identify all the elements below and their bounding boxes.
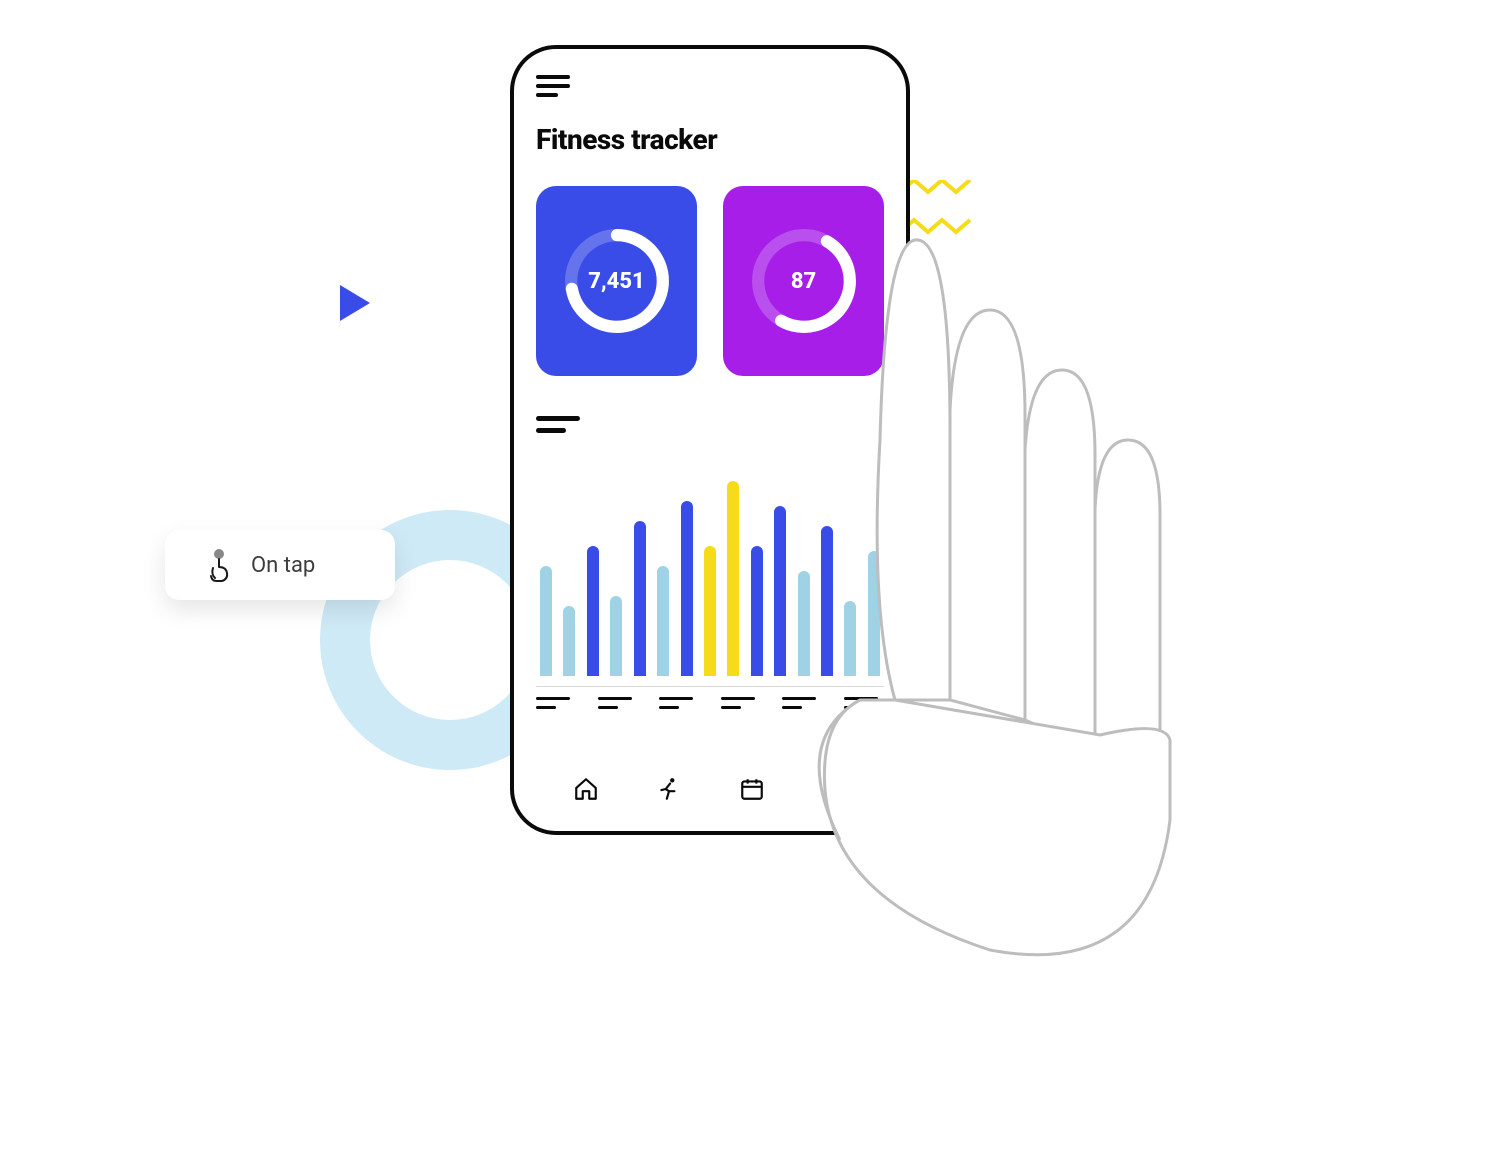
play-triangle-icon <box>340 285 370 321</box>
nav-profile[interactable] <box>820 774 850 804</box>
on-tap-tooltip: On tap <box>165 530 395 600</box>
bottom-nav <box>514 759 906 819</box>
bpm-card[interactable]: 87 <box>723 186 884 376</box>
chart-bar[interactable] <box>774 506 786 676</box>
axis-tick <box>598 697 638 709</box>
chart-bar[interactable] <box>634 521 646 676</box>
nav-calendar[interactable] <box>737 774 767 804</box>
nav-activity[interactable] <box>654 774 684 804</box>
chart-bar[interactable] <box>821 526 833 676</box>
chart-filter-icon[interactable] <box>536 416 580 434</box>
chart-bar[interactable] <box>681 501 693 676</box>
chart-bar[interactable] <box>587 546 599 676</box>
bpm-value: 87 <box>749 226 859 336</box>
chart-bar[interactable] <box>798 571 810 676</box>
axis-tick <box>721 697 761 709</box>
axis-tick <box>536 697 576 709</box>
chart-bar[interactable] <box>844 601 856 676</box>
nav-home[interactable] <box>571 774 601 804</box>
page-title: Fitness tracker <box>536 123 884 156</box>
chart-axis-ticks <box>536 686 884 709</box>
running-icon <box>656 776 682 802</box>
chart-bar[interactable] <box>868 551 880 676</box>
axis-tick <box>659 697 699 709</box>
chart-bar[interactable] <box>563 606 575 676</box>
axis-tick <box>782 697 822 709</box>
chart-bar[interactable] <box>540 566 552 676</box>
steps-card[interactable]: 7,451 <box>536 186 697 376</box>
chart-bar[interactable] <box>727 481 739 676</box>
activity-bar-chart[interactable] <box>536 456 884 676</box>
tap-gesture-icon <box>205 548 233 582</box>
axis-tick <box>844 697 884 709</box>
home-icon <box>573 776 599 802</box>
calendar-icon <box>739 776 765 802</box>
phone-frame: Fitness tracker 7,451 <box>510 45 910 835</box>
steps-value: 7,451 <box>562 226 672 336</box>
profile-icon <box>822 776 848 802</box>
chart-bar[interactable] <box>657 566 669 676</box>
chart-bar[interactable] <box>704 546 716 676</box>
zigzag-icon <box>900 180 980 260</box>
on-tap-label: On tap <box>251 553 315 578</box>
chart-bar[interactable] <box>610 596 622 676</box>
menu-icon[interactable] <box>536 75 572 97</box>
chart-bar[interactable] <box>751 546 763 676</box>
